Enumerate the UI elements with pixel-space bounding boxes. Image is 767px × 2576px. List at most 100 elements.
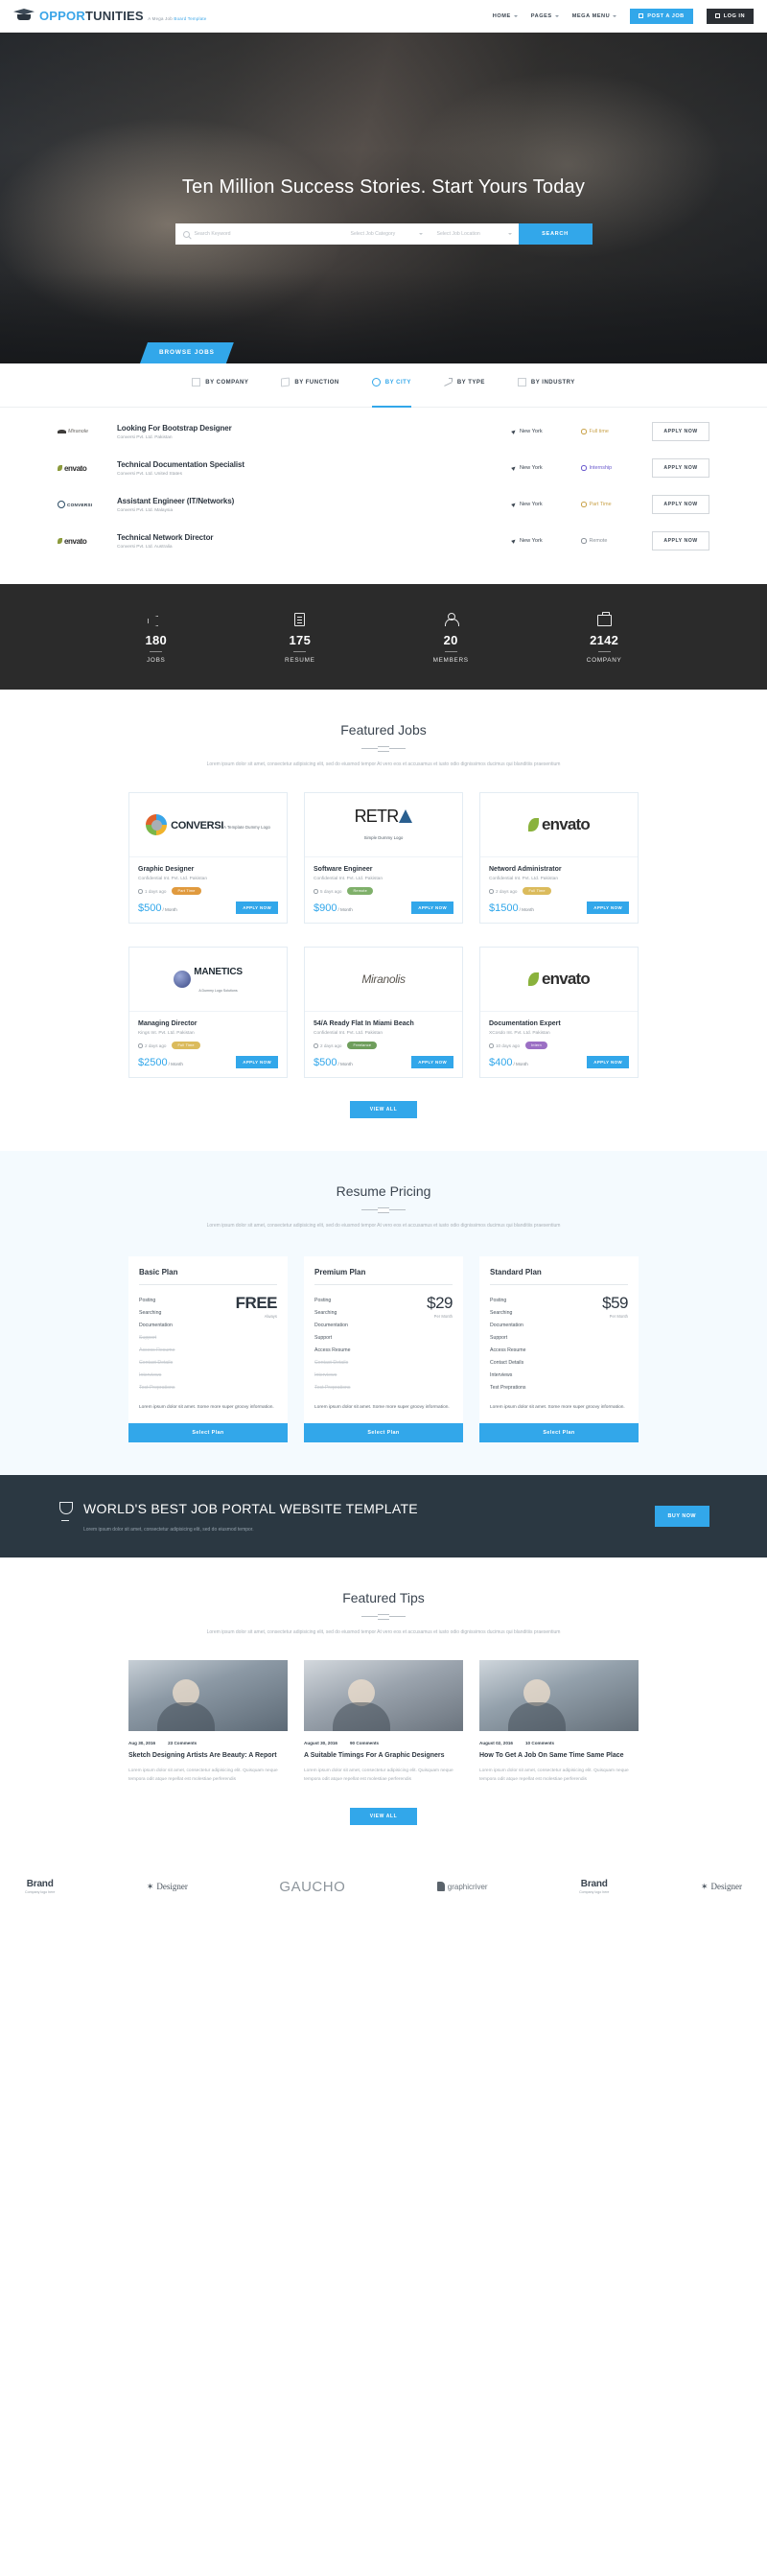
job-card[interactable]: MANETICS A Dummy Logo Solutions Managing … (128, 947, 288, 1079)
plan-name: Premium Plan (314, 1267, 366, 1276)
apply-now-button[interactable]: APPLY NOW (587, 902, 629, 915)
apply-now-button[interactable]: APPLY NOW (652, 458, 709, 478)
list-item: Interviews (139, 1372, 162, 1378)
filter-tab-by-company[interactable]: BY COMPANY (192, 378, 248, 395)
job-card-title[interactable]: 54/A Ready Flat In Miami Beach (314, 1020, 453, 1027)
select-plan-button[interactable]: Select Plan (304, 1422, 463, 1442)
location-arrow-icon (511, 465, 517, 471)
clock-icon (581, 465, 587, 471)
table-row[interactable]: CONVERSI Assistant Engineer (IT/Networks… (0, 486, 767, 523)
post-excerpt: Lorem ipsum dolor sit amet, consectetur … (128, 1768, 278, 1783)
job-card-title[interactable]: Software Engineer (314, 866, 453, 873)
job-company: Conversi Pvt. Ltd. Australia (117, 544, 173, 550)
post-title[interactable]: A Suitable Timings For A Graphic Designe… (304, 1751, 463, 1761)
apply-now-button[interactable]: APPLY NOW (587, 1056, 629, 1069)
list-item: Searching (314, 1310, 337, 1316)
brand-logo-brand[interactable]: Brand Company logo here (579, 1879, 609, 1894)
job-company: Conversi Pvt. Ltd. Malaysia (117, 507, 174, 513)
buy-now-button[interactable]: BUY NOW (654, 1505, 709, 1527)
post-comments[interactable]: 90 Comments (350, 1741, 379, 1745)
apply-now-button[interactable]: APPLY NOW (411, 1056, 453, 1069)
job-card-posted: 2 days ago (138, 1043, 166, 1048)
job-card[interactable]: CONVERSIA Template Dummy Logo Graphic De… (128, 792, 288, 925)
site-logo[interactable]: OPPORTUNITIES A Mega Job Board Template (13, 9, 207, 24)
chevron-down-icon (418, 233, 423, 235)
apply-now-button[interactable]: APPLY NOW (652, 495, 709, 514)
hero-title: Ten Million Success Stories. Start Yours… (181, 176, 586, 198)
location-arrow-icon (511, 538, 517, 544)
brand-logo-gaucho[interactable]: GAUCHO (279, 1879, 345, 1895)
list-item: Contact Details (490, 1360, 524, 1366)
nav-item-pages[interactable]: PAGES (531, 13, 559, 19)
job-location: New York (511, 538, 581, 544)
title-divider (361, 746, 406, 752)
post-comments[interactable]: 10 Comments (525, 1741, 554, 1745)
brand-logo-brand[interactable]: Brand Company logo here (25, 1879, 55, 1894)
job-title[interactable]: Looking For Bootstrap Designer (117, 424, 512, 433)
filter-tab-by-function[interactable]: BY FUNCTION (281, 377, 338, 395)
apply-now-button[interactable]: APPLY NOW (411, 902, 453, 915)
brand-logo-designer[interactable]: ✶ Designer (147, 1882, 188, 1892)
apply-now-button[interactable]: APPLY NOW (236, 902, 278, 915)
job-location-select[interactable]: Select Job Location (430, 223, 519, 245)
job-title[interactable]: Assistant Engineer (IT/Networks) (117, 497, 512, 505)
section-description: Lorem ipsum dolor sit amet, consectetur … (206, 1628, 561, 1635)
section-description: Lorem ipsum dolor sit amet, consectetur … (206, 1223, 561, 1229)
filter-tab-by-city[interactable]: BY CITY (371, 378, 411, 408)
apply-now-button[interactable]: APPLY NOW (652, 531, 709, 550)
job-title[interactable]: Technical Documentation Specialist (117, 460, 512, 469)
brand-logo-graphicriver[interactable]: graphicriver (436, 1882, 488, 1892)
select-plan-button[interactable]: Select Plan (128, 1422, 288, 1442)
login-button[interactable]: LOG IN (706, 8, 754, 24)
job-card-title[interactable]: Graphic Designer (138, 866, 278, 873)
apply-now-button[interactable]: APPLY NOW (652, 422, 709, 441)
list-item[interactable]: August 30, 2016 90 Comments A Suitable T… (304, 1660, 463, 1785)
inbox-icon (517, 378, 526, 386)
job-card-price: $1500/ Month (489, 902, 534, 914)
job-card-title[interactable]: Managing Director (138, 1020, 278, 1027)
job-card[interactable]: RETR Simple Dummy Logo Software Engineer … (304, 792, 463, 925)
list-item[interactable]: Aug 30, 2016 23 Comments Sketch Designin… (128, 1660, 288, 1785)
filter-tab-by-industry[interactable]: BY INDUSTRY (517, 378, 575, 395)
view-all-tips-button[interactable]: VIEW ALL (350, 1807, 417, 1825)
table-row[interactable]: Miranole Looking For Bootstrap Designer … (0, 413, 767, 450)
search-button[interactable]: SEARCH (518, 223, 593, 245)
plan-price: $29 (427, 1293, 453, 1312)
list-item: Searching (490, 1310, 513, 1316)
job-title[interactable]: Technical Network Director (117, 533, 512, 542)
nav-item-mega-menu[interactable]: MEGA MENU (572, 13, 617, 19)
job-location: New York (511, 429, 581, 434)
browse-jobs-tab[interactable]: BROWSE JOBS (140, 342, 234, 363)
main-nav: HOME PAGES MEGA MENU POST A JOB LOG IN (493, 8, 754, 24)
filter-tab-by-type[interactable]: BY TYPE (444, 378, 485, 395)
clock-icon (314, 1043, 318, 1048)
clock-icon (581, 538, 587, 544)
table-row[interactable]: envato Technical Network Director Conver… (0, 523, 767, 559)
job-category-select[interactable]: Select Job Category (343, 223, 430, 245)
bookmark-icon (192, 378, 201, 386)
table-row[interactable]: envato Technical Documentation Specialis… (0, 450, 767, 486)
job-card-company: Confidential Int. Pvt. Ltd. Pakistan (138, 877, 207, 882)
nav-item-home[interactable]: HOME (493, 13, 518, 19)
job-card[interactable]: envato Documentation Expert XCosdo Int. … (479, 947, 639, 1079)
post-comments[interactable]: 23 Comments (168, 1741, 197, 1745)
post-title[interactable]: Sketch Designing Artists Are Beauty: A R… (128, 1751, 288, 1761)
post-a-job-button[interactable]: POST A JOB (630, 8, 693, 24)
job-card[interactable]: envato Netword Administrator Confidentia… (479, 792, 639, 925)
list-item: Test Preprations (139, 1385, 175, 1391)
job-card-title[interactable]: Netword Administrator (489, 866, 629, 873)
job-card-title[interactable]: Documentation Expert (489, 1020, 629, 1027)
search-keyword-input[interactable]: Search Keyword (175, 223, 343, 245)
list-item[interactable]: August 02, 2016 10 Comments How To Get A… (479, 1660, 639, 1785)
post-thumbnail (128, 1660, 288, 1732)
job-card[interactable]: Miranolis 54/A Ready Flat In Miami Beach… (304, 947, 463, 1079)
view-all-jobs-button[interactable]: VIEW ALL (350, 1101, 417, 1119)
job-card-price: $500/ Month (138, 902, 177, 914)
job-search-bar: Search Keyword Select Job Category Selec… (174, 223, 593, 245)
select-plan-button[interactable]: Select Plan (479, 1422, 639, 1442)
card-logo-envato: envato (480, 948, 638, 1013)
brand-logo-designer[interactable]: ✶ Designer (701, 1882, 742, 1892)
list-item: Posting (139, 1298, 156, 1303)
post-title[interactable]: How To Get A Job On Same Time Same Place (479, 1751, 639, 1761)
apply-now-button[interactable]: APPLY NOW (236, 1056, 278, 1069)
